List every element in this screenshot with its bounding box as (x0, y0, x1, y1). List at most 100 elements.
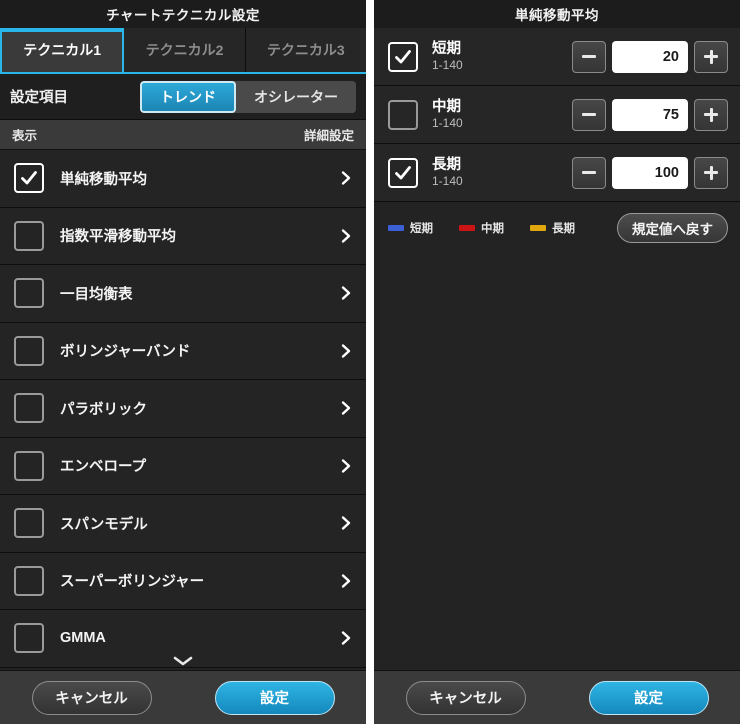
plus-icon (704, 165, 718, 180)
chevron-right-icon[interactable] (338, 285, 354, 301)
increment-button[interactable] (694, 98, 728, 131)
period-stepper: 100 (572, 156, 728, 189)
legend-color-swatch (459, 225, 475, 231)
reset-to-default-button[interactable]: 規定値へ戻す (617, 213, 728, 243)
legend-color-swatch (388, 225, 404, 231)
tab-technical-3[interactable]: テクニカル3 (245, 28, 366, 72)
period-text: 長期 1-140 (432, 156, 572, 190)
period-checkbox[interactable] (388, 99, 418, 130)
period-value-input[interactable]: 75 (612, 98, 688, 131)
left-panel-title: チャートテクニカル設定 (0, 0, 366, 28)
cancel-button[interactable]: キャンセル (31, 680, 152, 715)
cancel-button-label: キャンセル (429, 691, 502, 707)
indicator-label: 一目均衡表 (60, 286, 133, 303)
indicator-row[interactable]: スーパーボリンジャー (0, 552, 366, 610)
indicator-list[interactable]: 単純移動平均指数平滑移動平均 一目均衡表ボリンジャーバンド パラボリックエンベロープ… (0, 150, 366, 670)
legend-label: 長期 (552, 223, 575, 235)
indicator-checkbox[interactable] (14, 278, 44, 309)
legend-label: 中期 (481, 223, 504, 235)
tab-technical-1[interactable]: テクニカル1 (0, 28, 125, 72)
indicator-label: ボリンジャーバンド (60, 344, 191, 361)
tab-technical-2[interactable]: テクニカル2 (124, 28, 246, 72)
chevron-right-icon[interactable] (338, 573, 354, 589)
indicator-label: スーパーボリンジャー (60, 574, 205, 591)
indicator-label: 指数平滑移動平均 (60, 229, 176, 246)
period-row: 短期 1-140 20 (374, 28, 740, 86)
indicator-label: スパンモデル (60, 516, 148, 533)
chevron-down-icon (173, 656, 193, 666)
indicator-checkbox[interactable] (14, 220, 44, 251)
legend-color-swatch (530, 225, 546, 231)
chevron-right-icon[interactable] (338, 630, 354, 646)
tab-label: テクニカル3 (266, 42, 345, 58)
legend-items: 短期 中期 長期 (388, 220, 617, 236)
tab-label: テクニカル2 (145, 42, 224, 58)
setting-item-label: 設定項目 (10, 90, 68, 106)
decrement-button[interactable] (572, 156, 606, 189)
reset-button-label: 規定値へ戻す (632, 222, 713, 237)
confirm-button-label: 設定 (634, 691, 663, 707)
period-text: 中期 1-140 (432, 98, 572, 132)
period-title: 短期 (432, 40, 461, 57)
minus-icon (582, 55, 596, 58)
indicator-checkbox[interactable] (14, 565, 44, 596)
period-stepper: 20 (572, 40, 728, 73)
tab-label: テクニカル1 (23, 42, 102, 58)
scroll-down-hint[interactable] (0, 652, 366, 670)
column-header-display: 表示 (12, 129, 38, 143)
period-value-input[interactable]: 20 (612, 40, 688, 73)
chevron-right-icon[interactable] (338, 343, 354, 359)
legend-label: 短期 (410, 223, 433, 235)
minus-icon (582, 171, 596, 174)
indicator-checkbox[interactable] (14, 163, 44, 194)
right-panel: 単純移動平均 短期 1-140 20 中期 1-140 75 長期 1-140 100 短期 中期… (374, 0, 740, 724)
confirm-button[interactable]: 設定 (588, 680, 709, 715)
period-checkbox[interactable] (388, 41, 418, 72)
chevron-right-icon[interactable] (338, 228, 354, 244)
segment-trend[interactable]: トレンド (140, 80, 236, 113)
indicator-checkbox[interactable] (14, 450, 44, 481)
legend-row: 短期 中期 長期 規定値へ戻す (374, 202, 740, 254)
decrement-button[interactable] (572, 40, 606, 73)
plus-icon (704, 49, 718, 64)
confirm-button[interactable]: 設定 (214, 680, 335, 715)
period-text: 短期 1-140 (432, 40, 572, 74)
indicator-row[interactable]: ボリンジャーバンド (0, 322, 366, 380)
list-column-header: 表示 詳細設定 (0, 120, 366, 150)
increment-button[interactable] (694, 40, 728, 73)
setting-item-row: 設定項目 トレンド オシレーター (0, 74, 366, 120)
indicator-checkbox[interactable] (14, 623, 44, 654)
cancel-button[interactable]: キャンセル (405, 680, 526, 715)
chevron-right-icon[interactable] (338, 458, 354, 474)
chevron-right-icon[interactable] (338, 170, 354, 186)
indicator-row[interactable]: スパンモデル (0, 495, 366, 553)
indicator-checkbox[interactable] (14, 393, 44, 424)
indicator-checkbox[interactable] (14, 335, 44, 366)
plus-icon (704, 107, 718, 122)
period-stepper: 75 (572, 98, 728, 131)
indicator-row[interactable]: 指数平滑移動平均 (0, 207, 366, 265)
period-value-input[interactable]: 100 (612, 156, 688, 189)
right-footer-bar: キャンセル 設定 (374, 670, 740, 724)
category-segmented-control: トレンド オシレーター (140, 80, 356, 113)
indicator-row[interactable]: 一目均衡表 (0, 265, 366, 323)
period-checkbox[interactable] (388, 157, 418, 188)
segment-label: オシレーター (254, 88, 338, 105)
decrement-button[interactable] (572, 98, 606, 131)
indicator-checkbox[interactable] (14, 508, 44, 539)
segment-oscillator[interactable]: オシレーター (236, 80, 356, 113)
indicator-row[interactable]: 単純移動平均 (0, 150, 366, 208)
right-panel-title: 単純移動平均 (374, 0, 740, 28)
left-panel: チャートテクニカル設定 テクニカル1 テクニカル2 テクニカル3 設定項目 トレ… (0, 0, 366, 724)
period-range: 1-140 (432, 115, 463, 130)
check-icon (395, 49, 411, 63)
chevron-right-icon[interactable] (338, 515, 354, 531)
indicator-row[interactable]: エンベロープ (0, 437, 366, 495)
indicator-row[interactable]: パラボリック (0, 380, 366, 438)
legend-item: 長期 (530, 220, 575, 236)
period-range: 1-140 (432, 173, 463, 188)
indicator-label: パラボリック (60, 401, 147, 418)
increment-button[interactable] (694, 156, 728, 189)
chevron-right-icon[interactable] (338, 400, 354, 416)
check-icon (21, 171, 37, 185)
